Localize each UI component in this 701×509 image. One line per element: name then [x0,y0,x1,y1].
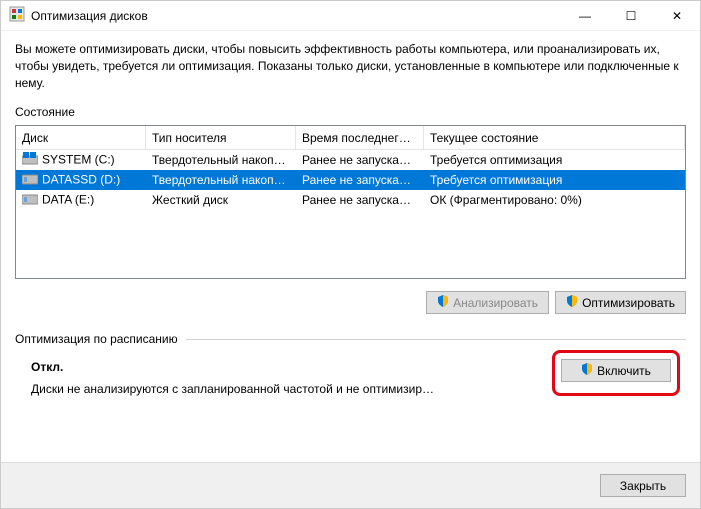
close-dialog-button[interactable]: Закрыть [600,474,686,497]
drive-list[interactable]: Диск Тип носителя Время последнег… Текущ… [15,125,686,279]
col-state-header[interactable]: Текущее состояние [424,126,685,149]
close-button[interactable]: ✕ [654,1,700,31]
drive-icon [22,192,38,209]
drive-name: DATASSD (D:) [42,173,120,187]
table-row[interactable]: DATA (E:) Жесткий дискРанее не запуска…ОК… [16,190,685,210]
col-media-header[interactable]: Тип носителя [146,126,296,149]
description-text: Вы можете оптимизировать диски, чтобы по… [15,41,686,91]
schedule-status: Откл. [31,360,552,374]
col-drive-header[interactable]: Диск [16,126,146,149]
media-type: Твердотельный накоп… [146,173,296,187]
status-section-label: Состояние [15,105,686,119]
last-run: Ранее не запуска… [296,153,424,167]
col-last-header[interactable]: Время последнег… [296,126,424,149]
table-row[interactable]: DATASSD (D:) Твердотельный накоп…Ранее не… [16,170,685,190]
media-type: Жесткий диск [146,193,296,207]
optimize-button[interactable]: Оптимизировать [555,291,686,314]
current-state: ОК (Фрагментировано: 0%) [424,193,685,207]
enable-button[interactable]: Включить [561,359,671,382]
maximize-button[interactable]: ☐ [608,1,654,31]
drive-icon [22,172,38,189]
footer: Закрыть [1,462,700,508]
shield-icon [437,295,449,310]
schedule-section-label: Оптимизация по расписанию [15,332,686,346]
current-state: Требуется оптимизация [424,153,685,167]
shield-icon [566,295,578,310]
last-run: Ранее не запуска… [296,193,424,207]
current-state: Требуется оптимизация [424,173,685,187]
schedule-detail: Диски не анализируются с запланированной… [31,382,552,396]
app-icon [9,6,25,25]
analyze-button[interactable]: Анализировать [426,291,549,314]
list-header: Диск Тип носителя Время последнег… Текущ… [16,126,685,150]
drive-name: DATA (E:) [42,193,94,207]
window-title: Оптимизация дисков [31,9,562,23]
drive-name: SYSTEM (C:) [42,153,115,167]
minimize-button[interactable]: — [562,1,608,31]
media-type: Твердотельный накоп… [146,153,296,167]
enable-highlight: Включить [552,350,680,396]
shield-icon [581,363,593,378]
drive-icon [22,152,38,169]
last-run: Ранее не запуска… [296,173,424,187]
title-bar: Оптимизация дисков — ☐ ✕ [1,1,700,31]
table-row[interactable]: SYSTEM (C:) Твердотельный накоп…Ранее не … [16,150,685,170]
